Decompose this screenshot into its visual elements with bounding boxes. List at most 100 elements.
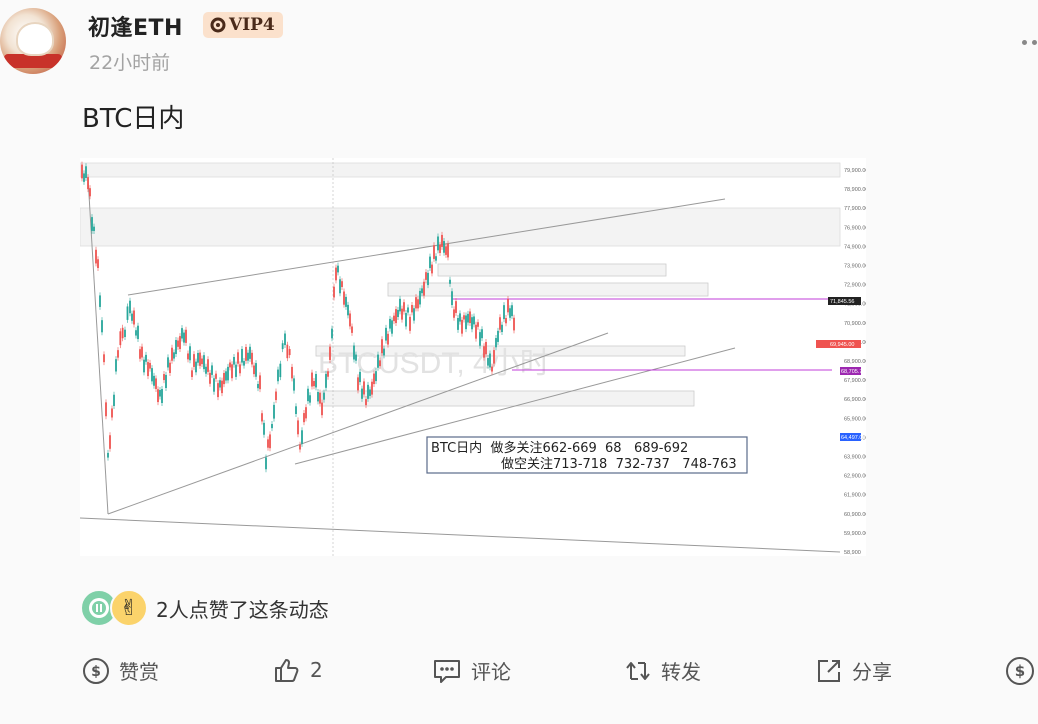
candle-body <box>451 291 453 306</box>
candle-body <box>425 272 427 280</box>
candle-body <box>437 236 439 251</box>
likes-text[interactable]: 2人点赞了这条动态 <box>156 594 329 623</box>
candle-body <box>215 373 217 379</box>
candle-body <box>103 354 105 363</box>
candle-body <box>213 378 215 392</box>
candle-body <box>317 391 319 402</box>
candle-body <box>385 327 387 341</box>
candle-body <box>89 188 91 197</box>
candle-body <box>441 234 443 247</box>
candle-body <box>443 241 445 253</box>
candle-body <box>399 298 401 312</box>
candle-body <box>511 305 513 317</box>
chart-svg: BTCUSDT, 4小时 79,900.00 78,900.00 77,900.00… <box>79 158 868 556</box>
avatar[interactable] <box>0 8 66 74</box>
share-button[interactable]: 分享 <box>815 656 892 685</box>
repost-label: 转发 <box>661 660 701 684</box>
price-tick: 59,900.00 <box>844 531 866 537</box>
candle-body <box>227 366 229 381</box>
candle-body <box>503 305 505 320</box>
price-tick: 66,900.00 <box>844 397 866 403</box>
candle-body <box>305 407 307 419</box>
candle-body <box>185 329 187 343</box>
candle-body <box>433 245 435 259</box>
price-tick: 77,900.00 <box>844 206 866 212</box>
candle-body <box>165 374 167 389</box>
tip-button[interactable]: $ <box>1005 656 1035 686</box>
candle-body <box>301 430 303 444</box>
candle-body <box>197 352 199 363</box>
candle-body <box>279 363 282 378</box>
price-tick: 68,900.00 <box>844 359 866 365</box>
candle-body <box>423 281 425 296</box>
candle-body <box>297 420 299 435</box>
candle-body <box>229 362 231 368</box>
candle-body <box>259 375 261 390</box>
candle-body <box>329 346 331 361</box>
candle-body <box>487 358 489 366</box>
candle-body <box>167 357 169 368</box>
candle-body <box>363 381 365 395</box>
likes-row[interactable]: ✌ 2人点赞了这条动态 <box>80 589 329 627</box>
candle-body <box>239 364 241 374</box>
candle-body <box>489 353 491 368</box>
candle-body <box>401 308 403 320</box>
comment-icon <box>434 659 460 683</box>
candle-body <box>395 309 397 324</box>
candle-body <box>455 301 457 313</box>
candle-body <box>341 281 343 288</box>
candle-body <box>355 354 357 361</box>
candle-body <box>345 296 347 307</box>
candle-body <box>187 353 189 360</box>
price-tick: 58,900 <box>844 550 861 556</box>
candle-body <box>155 378 157 389</box>
candle-body <box>483 346 485 358</box>
candle-body <box>389 318 391 329</box>
candle-body <box>359 371 361 383</box>
candle-body <box>393 315 395 322</box>
like-button[interactable]: 2 <box>273 656 323 684</box>
candle-body <box>121 327 124 339</box>
candle-body <box>181 328 183 339</box>
candle-body <box>265 457 267 470</box>
candle-body <box>299 444 301 450</box>
annotation-line-1: BTC日内 做多关注662-669 68 689-692 <box>431 440 688 456</box>
candle-body <box>445 246 447 255</box>
candle-body <box>281 343 284 350</box>
candle-body <box>137 325 139 340</box>
candle-body <box>161 389 163 404</box>
candle-body <box>284 333 286 346</box>
candle-body <box>497 330 499 342</box>
chart-image[interactable]: BTCUSDT, 4小时 79,900.00 78,900.00 77,900.00… <box>79 158 868 556</box>
candle-body <box>415 297 417 309</box>
candle-body <box>427 272 429 286</box>
candle-body <box>397 309 399 318</box>
candle-body <box>325 373 327 388</box>
candle-body <box>243 361 245 366</box>
price-label-blue: 64,497.00 <box>841 435 865 441</box>
candle-body <box>405 313 407 327</box>
candle-body <box>273 404 275 419</box>
reward-button[interactable]: $ 赞赏 <box>82 656 159 685</box>
liker-avatar-2[interactable]: ✌ <box>110 589 148 627</box>
candle-body <box>361 388 363 399</box>
candle-body <box>286 344 289 359</box>
candle-body <box>205 366 207 374</box>
repost-button[interactable]: 转发 <box>624 656 701 685</box>
candle-body <box>501 324 503 333</box>
comment-button[interactable]: 评论 <box>432 656 511 685</box>
candle-body <box>93 226 95 232</box>
repost-icon <box>626 661 650 680</box>
candle-body <box>191 370 193 377</box>
candle-body <box>403 302 405 312</box>
username[interactable]: 初逢ETH <box>88 10 183 42</box>
candle-body <box>221 380 223 394</box>
more-icon[interactable] <box>1022 40 1037 45</box>
candle-body <box>195 361 197 373</box>
candle-body <box>295 406 297 414</box>
vip-badge: VIP4 <box>203 12 283 38</box>
candle-body <box>505 318 507 324</box>
candle-body <box>429 256 431 269</box>
candle-body <box>481 329 483 339</box>
price-tick: 70,900.00 <box>844 321 866 327</box>
